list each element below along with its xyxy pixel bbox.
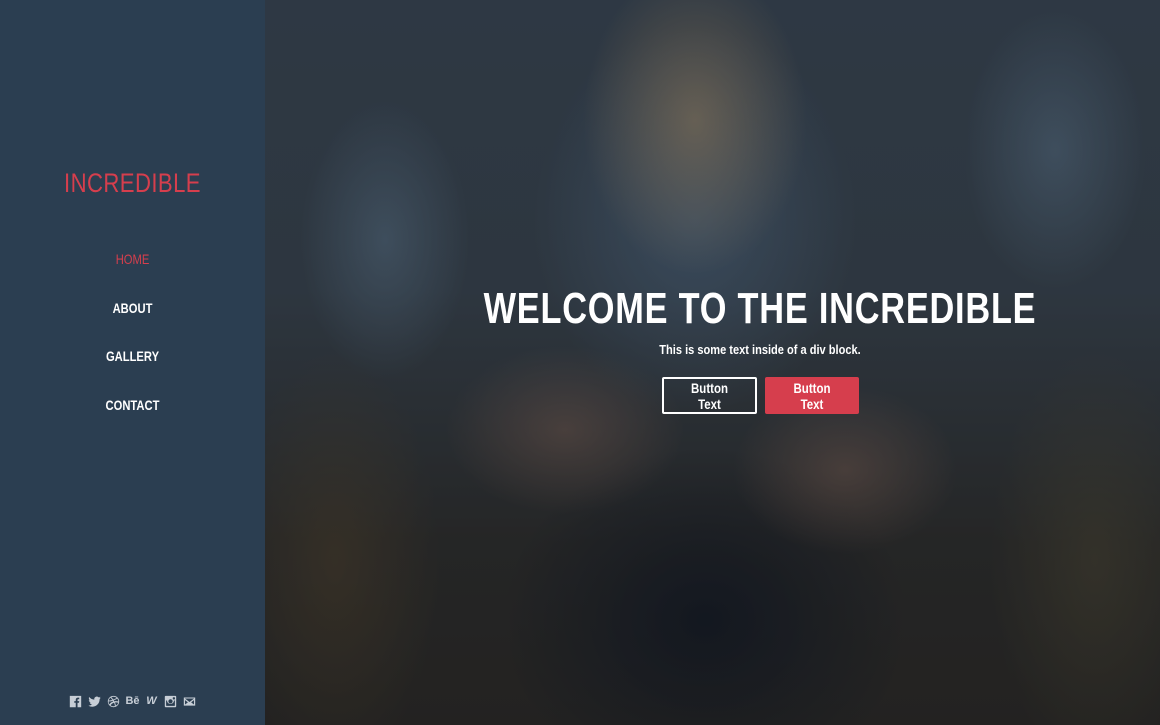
hero-buttons: Button Text Button Text [360, 377, 1160, 414]
sidebar: INCREDIBLE HOME ABOUT GALLERY CONTACT Bē… [0, 0, 265, 725]
email-icon[interactable] [183, 694, 197, 708]
social-links: Bē W [0, 694, 265, 708]
nav-item-gallery[interactable]: GALLERY [27, 345, 239, 394]
nav-item-contact[interactable]: CONTACT [27, 394, 239, 443]
webflow-icon[interactable]: W [145, 694, 159, 708]
outline-button[interactable]: Button Text [661, 377, 757, 414]
dribbble-icon[interactable] [107, 694, 121, 708]
hero-section: WELCOME TO THE INCREDIBLE This is some t… [265, 0, 1160, 725]
primary-button[interactable]: Button Text [764, 377, 859, 414]
hero-content: WELCOME TO THE INCREDIBLE This is some t… [265, 282, 1160, 414]
primary-button-label: Button Text [793, 379, 830, 412]
brand-logo[interactable]: INCREDIBLE [24, 168, 241, 199]
nav-item-about[interactable]: ABOUT [27, 297, 239, 346]
twitter-icon[interactable] [88, 694, 102, 708]
behance-icon[interactable]: Bē [125, 694, 139, 708]
hero-subtitle: This is some text inside of a div block. [659, 342, 861, 357]
nav-item-home[interactable]: HOME [27, 248, 239, 297]
outline-button-label: Button Text [690, 379, 728, 412]
main-nav: HOME ABOUT GALLERY CONTACT [0, 248, 265, 442]
facebook-icon[interactable] [69, 694, 83, 708]
hero-title: WELCOME TO THE INCREDIBLE [483, 284, 1037, 333]
instagram-icon[interactable] [164, 694, 178, 708]
